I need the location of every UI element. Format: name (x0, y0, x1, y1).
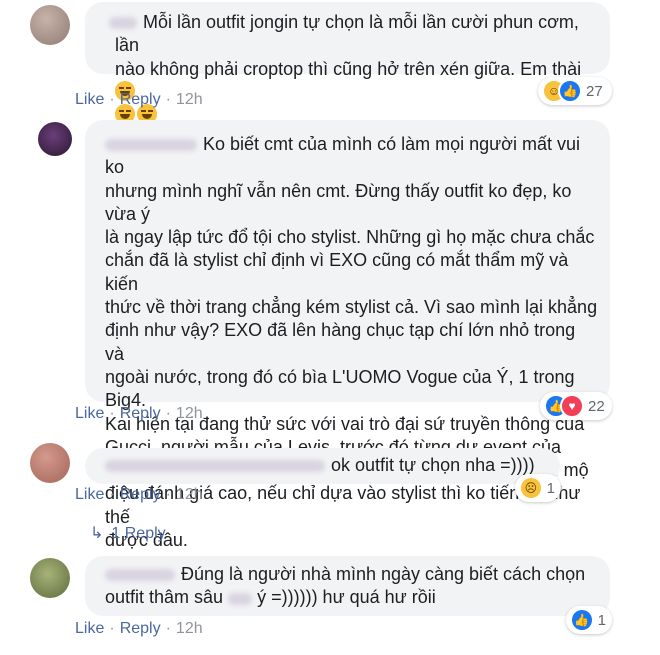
reply-arrow-icon: ↳ (90, 525, 104, 542)
view-replies-link[interactable]: ↳ 1 Reply (90, 523, 166, 543)
timestamp[interactable]: 12h (176, 620, 203, 637)
comment-text: Mỗi lần outfit jongin tự chọn là mỗi lần… (109, 11, 598, 127)
separator: · (109, 405, 115, 422)
timestamp[interactable]: 12h (176, 486, 203, 503)
reaction-summary[interactable]: ☹ 1 (515, 474, 561, 502)
commenter-name[interactable] (109, 17, 137, 30)
separator: · (165, 91, 171, 108)
reaction-summary[interactable]: ☺ 👍 27 (538, 77, 612, 105)
comment-actions: Like · Reply · 12h (75, 405, 203, 423)
comment-text: ok outfit tự chọn nha =)))) (105, 454, 548, 477)
comment-bubble: Đúng là người nhà mình ngày càng biết cá… (85, 556, 610, 616)
timestamp[interactable]: 12h (176, 91, 203, 108)
comment-bubble: Ko biết cmt của mình có làm mọi người mấ… (85, 120, 610, 550)
reaction-summary[interactable]: 👍 1 (566, 606, 612, 634)
like-link[interactable]: Like (75, 405, 104, 422)
reaction-summary[interactable]: 👍 ♥ 22 (540, 392, 612, 420)
comment-bubble: ok outfit tự chọn nha =)))) (85, 448, 560, 484)
reaction-count: 1 (597, 611, 606, 629)
like-link[interactable]: Like (75, 620, 104, 637)
separator: · (165, 405, 171, 422)
reply-link[interactable]: Reply (120, 486, 161, 503)
like-link[interactable]: Like (75, 91, 104, 108)
sad-icon: ☹ (519, 476, 543, 500)
commenter-name[interactable] (105, 460, 325, 473)
separator: · (165, 486, 171, 503)
comment-actions: Like · Reply · 12h (75, 620, 203, 638)
like-icon: 👍 (570, 608, 594, 632)
comment-bubble: Mỗi lần outfit jongin tự chọn là mỗi lần… (85, 2, 610, 125)
avatar[interactable] (38, 122, 72, 156)
replies-count[interactable]: 1 Reply (111, 525, 165, 542)
avatar[interactable] (30, 443, 70, 483)
timestamp[interactable]: 12h (176, 405, 203, 422)
separator: · (109, 486, 115, 503)
reply-link[interactable]: Reply (120, 620, 161, 637)
separator: · (109, 91, 115, 108)
commenter-name[interactable] (105, 569, 175, 582)
comment-text: Đúng là người nhà mình ngày càng biết cá… (105, 564, 586, 608)
separator: · (165, 620, 171, 637)
reply-link[interactable]: Reply (120, 405, 161, 422)
like-link[interactable]: Like (75, 486, 104, 503)
love-icon: ♥ (560, 394, 584, 418)
separator: · (109, 620, 115, 637)
commenter-name[interactable] (105, 139, 197, 152)
reply-link[interactable]: Reply (120, 91, 161, 108)
comment-actions: Like · Reply · 12h (75, 91, 203, 109)
blurred-text (228, 592, 253, 605)
reaction-count: 27 (586, 82, 603, 100)
like-icon: 👍 (558, 79, 582, 103)
avatar[interactable] (30, 558, 70, 598)
reaction-count: 1 (546, 479, 555, 497)
reaction-count: 22 (588, 397, 605, 415)
avatar[interactable] (30, 5, 70, 45)
comment-actions: Like · Reply · 12h (75, 486, 203, 504)
